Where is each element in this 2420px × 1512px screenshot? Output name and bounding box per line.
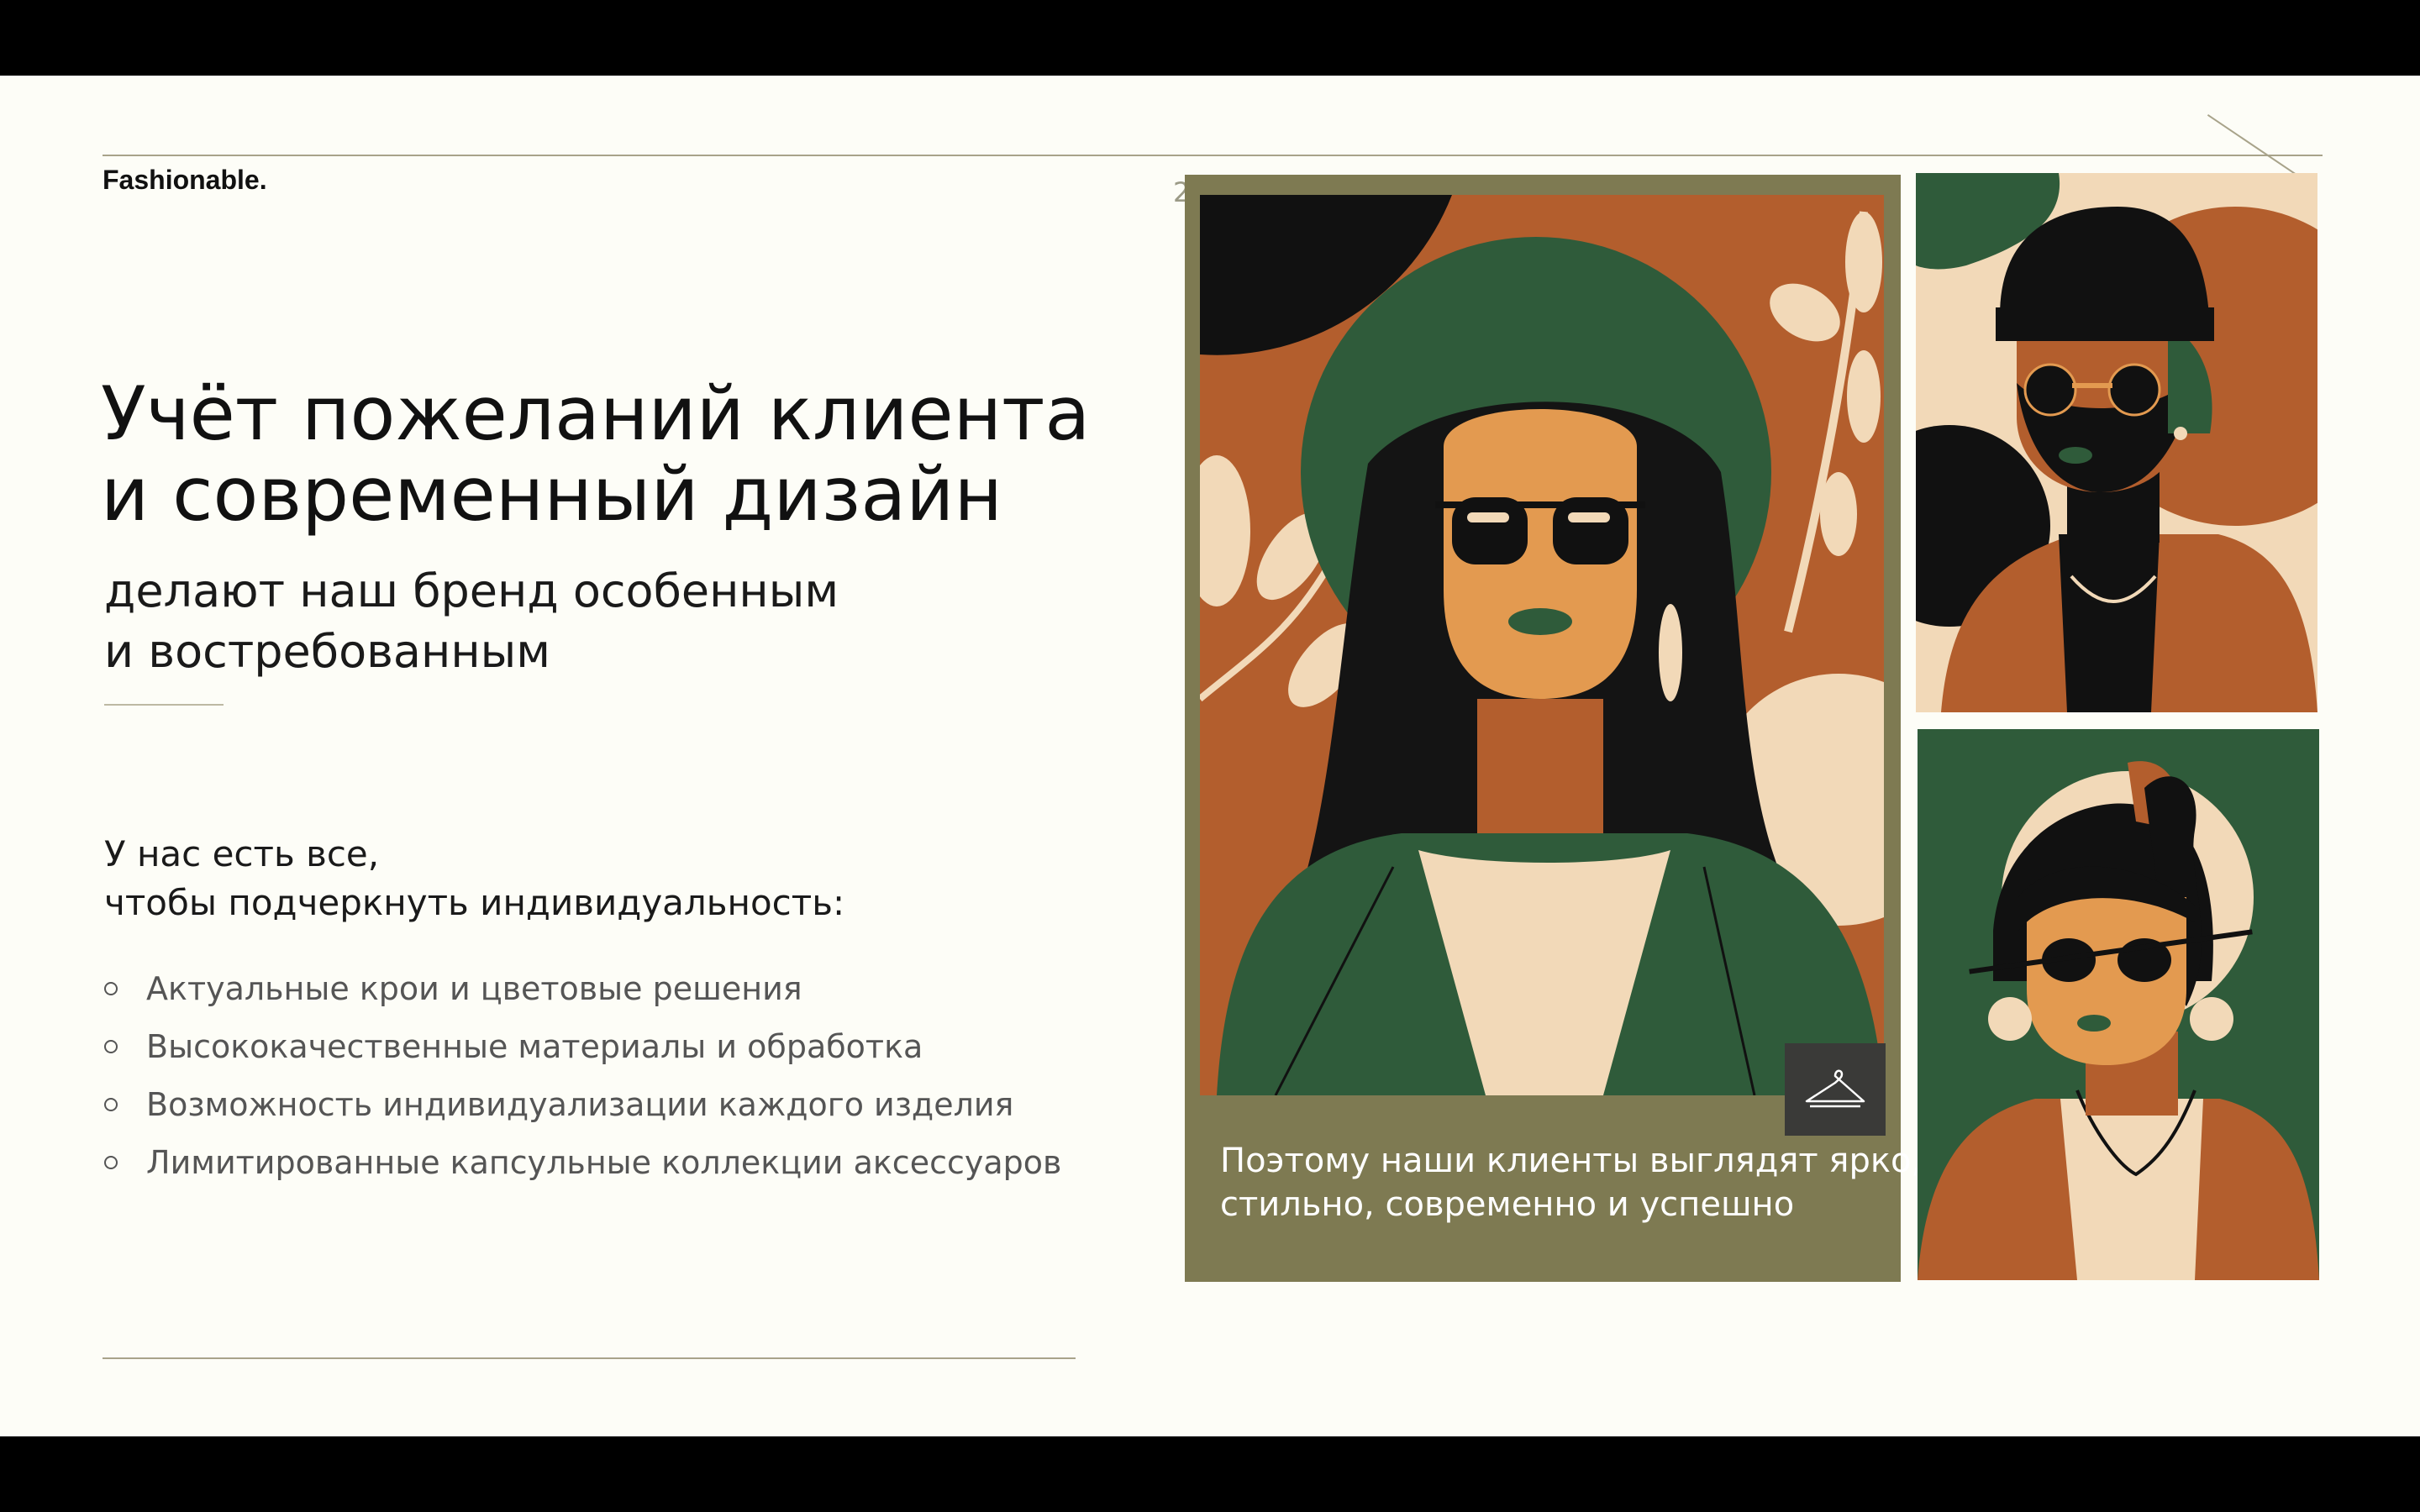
feature-text: Актуальные крои и цветовые решения xyxy=(146,969,802,1007)
features-intro-line-2: чтобы подчеркнуть индивидуальность: xyxy=(104,882,845,923)
headline: Учёт пожеланий клиента и современный диз… xyxy=(101,374,1090,535)
hanger-badge xyxy=(1785,1043,1886,1136)
feature-item: Возможность индивидуализации каждого изд… xyxy=(104,1075,1061,1133)
feature-list: Актуальные крои и цветовые решения Высок… xyxy=(104,959,1061,1191)
caption: Поэтому наши клиенты выглядят ярко, стил… xyxy=(1220,1139,1922,1226)
feature-item: Актуальные крои и цветовые решения xyxy=(104,959,1061,1017)
illustration-woman-hat xyxy=(1200,195,1884,1095)
hanger-icon xyxy=(1805,1069,1865,1108)
short-divider xyxy=(104,704,224,706)
bullet-circle-icon xyxy=(104,1039,118,1053)
feature-item: Лимитированные капсульные коллекции аксе… xyxy=(104,1133,1061,1191)
bottom-divider xyxy=(103,1357,1076,1359)
headline-line-2: и современный дизайн xyxy=(101,451,1002,538)
bullet-circle-icon xyxy=(104,1155,118,1169)
features-intro-line-1: У нас есть все, xyxy=(104,833,380,874)
letterbox-bottom xyxy=(0,1436,2420,1512)
feature-text: Высококачественные материалы и обработка xyxy=(146,1027,923,1065)
illustration-man-beanie xyxy=(1916,173,2317,712)
subheadline: делают наш бренд особенным и востребован… xyxy=(104,561,839,682)
brand-logo: Fashionable. xyxy=(103,165,267,195)
bullet-circle-icon xyxy=(104,1097,118,1111)
subheadline-line-1: делают наш бренд особенным xyxy=(104,564,839,617)
features-intro: У нас есть все, чтобы подчеркнуть индиви… xyxy=(104,830,844,927)
subheadline-line-2: и востребованным xyxy=(104,625,551,678)
feature-text: Возможность индивидуализации каждого изд… xyxy=(146,1085,1014,1123)
top-divider xyxy=(103,155,2323,156)
feature-item: Высококачественные материалы и обработка xyxy=(104,1017,1061,1075)
caption-line-1: Поэтому наши клиенты выглядят ярко, xyxy=(1220,1142,1923,1180)
bullet-circle-icon xyxy=(104,981,118,995)
letterbox-top xyxy=(0,0,2420,76)
caption-line-2: стильно, современно и успешно xyxy=(1220,1185,1795,1224)
headline-line-1: Учёт пожеланий клиента xyxy=(101,370,1091,457)
illustration-woman-ponytail xyxy=(1918,729,2319,1280)
feature-text: Лимитированные капсульные коллекции аксе… xyxy=(146,1143,1062,1181)
